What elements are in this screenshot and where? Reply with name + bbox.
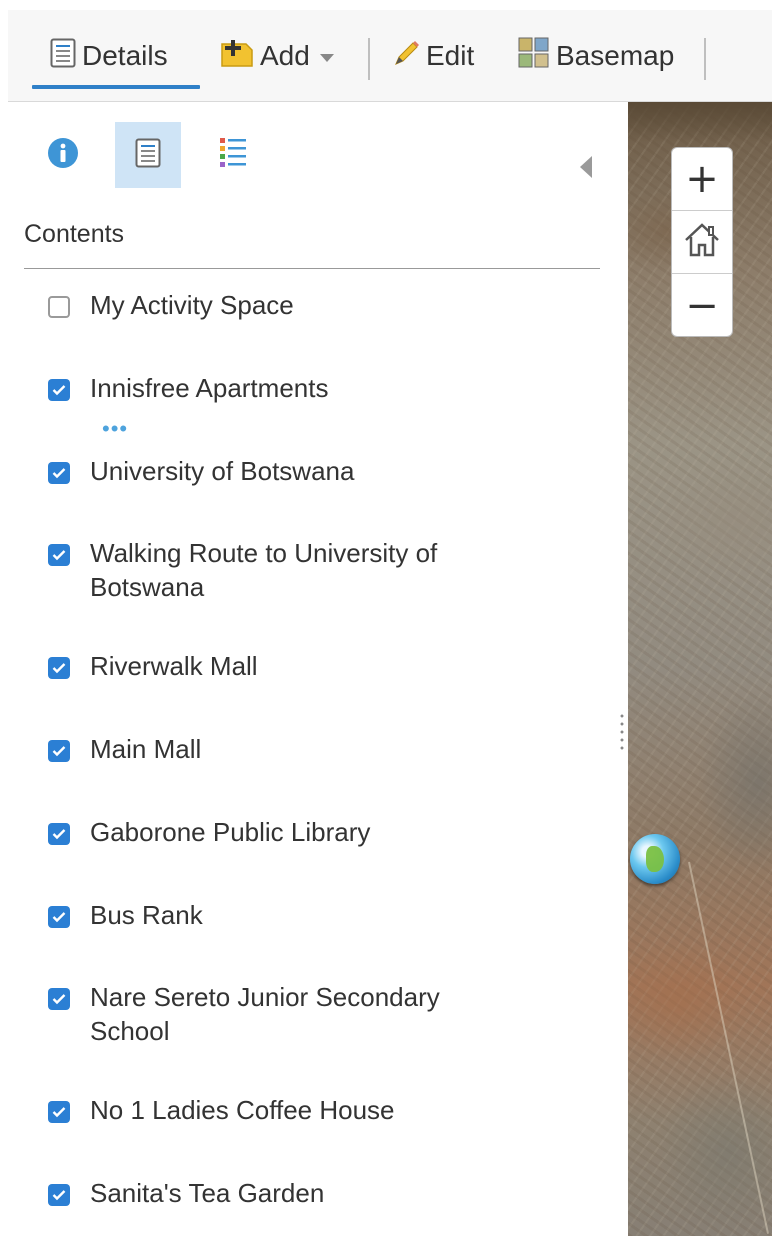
- checkmark-icon: [52, 663, 66, 674]
- top-toolbar: Details Add Edit Basemap: [8, 10, 772, 102]
- collapse-panel-icon[interactable]: [580, 156, 592, 178]
- layer-name: Innisfree Apartments: [90, 373, 329, 403]
- layer-name: Sanita's Tea Garden: [90, 1178, 325, 1208]
- layer-item[interactable]: Main Mall: [48, 732, 568, 766]
- map-road: [688, 861, 769, 1234]
- checkmark-icon: [52, 550, 66, 561]
- basemap-button[interactable]: Basemap: [518, 36, 674, 76]
- details-list-icon: [135, 138, 161, 173]
- map-view[interactable]: + −: [628, 102, 772, 1236]
- layer-item[interactable]: Walking Route to University of Botswana: [48, 536, 568, 604]
- map-marker-icon[interactable]: [630, 834, 680, 884]
- layer-checkbox[interactable]: [48, 988, 70, 1010]
- checkmark-icon: [52, 746, 66, 757]
- zoom-out-button[interactable]: −: [672, 274, 732, 336]
- layer-item[interactable]: Nare Sereto Junior Secondary School: [48, 980, 568, 1048]
- layer-item[interactable]: No 1 Ladies Coffee House: [48, 1093, 568, 1127]
- plus-icon: +: [685, 156, 719, 202]
- layer-checkbox[interactable]: [48, 296, 70, 318]
- layer-name: My Activity Space: [90, 290, 294, 320]
- layer-name: Gaborone Public Library: [90, 817, 371, 847]
- panel-splitter[interactable]: [616, 102, 628, 1236]
- home-button[interactable]: [672, 211, 732, 274]
- layer-checkbox[interactable]: [48, 657, 70, 679]
- layer-checkbox[interactable]: [48, 823, 70, 845]
- drag-handle-icon[interactable]: [620, 712, 624, 752]
- checkmark-icon: [52, 468, 66, 479]
- tab-about[interactable]: [30, 122, 96, 188]
- add-icon: [220, 38, 254, 75]
- details-button[interactable]: Details: [50, 36, 168, 76]
- layer-item[interactable]: My Activity Space: [48, 288, 568, 322]
- divider: [24, 268, 600, 269]
- layer-item[interactable]: Gaborone Public Library: [48, 815, 568, 849]
- checkmark-icon: [52, 1107, 66, 1118]
- layer-checkbox[interactable]: [48, 740, 70, 762]
- layer-name: Bus Rank: [90, 900, 203, 930]
- globe-land: [646, 846, 664, 872]
- details-list-icon: [50, 38, 76, 75]
- layer-item[interactable]: Riverwalk Mall: [48, 649, 568, 683]
- checkmark-icon: [52, 829, 66, 840]
- layer-checkbox[interactable]: [48, 1184, 70, 1206]
- map-imagery: [628, 102, 772, 142]
- home-icon: [682, 220, 722, 265]
- layer-item[interactable]: Innisfree Apartments: [48, 371, 568, 405]
- basemap-grid-icon: [518, 37, 550, 76]
- layer-checkbox[interactable]: [48, 379, 70, 401]
- details-panel: Contents My Activity Space Innisfree Apa…: [8, 102, 616, 1236]
- legend-icon: [218, 136, 248, 175]
- zoom-in-button[interactable]: +: [672, 148, 732, 211]
- toolbar-divider: [704, 38, 706, 80]
- basemap-label: Basemap: [556, 40, 675, 71]
- toolbar-divider: [368, 38, 370, 80]
- layer-item[interactable]: University of Botswana: [48, 454, 568, 488]
- chevron-down-icon: [319, 54, 334, 62]
- more-options-icon[interactable]: •••: [102, 418, 128, 440]
- layer-name: Riverwalk Mall: [90, 651, 258, 681]
- info-icon: [47, 137, 79, 174]
- layer-name: Main Mall: [90, 734, 202, 764]
- contents-heading: Contents: [24, 220, 125, 248]
- edit-label: Edit: [426, 40, 475, 71]
- layer-name: Nare Sereto Junior Secondary School: [90, 982, 440, 1046]
- layer-item[interactable]: Sanita's Tea Garden: [48, 1176, 568, 1210]
- add-label: Add: [260, 40, 310, 71]
- zoom-control: + −: [671, 147, 733, 337]
- checkmark-icon: [52, 1190, 66, 1201]
- checkmark-icon: [52, 994, 66, 1005]
- layer-checkbox[interactable]: [48, 906, 70, 928]
- panel-tab-bar: [8, 122, 608, 188]
- details-label: Details: [82, 40, 168, 71]
- layer-checkbox[interactable]: [48, 544, 70, 566]
- checkmark-icon: [52, 385, 66, 396]
- minus-icon: −: [685, 282, 719, 329]
- layer-item[interactable]: Bus Rank: [48, 898, 568, 932]
- checkmark-icon: [52, 912, 66, 923]
- add-button[interactable]: Add: [220, 36, 334, 76]
- tab-legend[interactable]: [200, 122, 266, 188]
- layer-checkbox[interactable]: [48, 462, 70, 484]
- edit-button[interactable]: Edit: [392, 36, 474, 76]
- layer-checkbox[interactable]: [48, 1101, 70, 1123]
- tab-contents[interactable]: [115, 122, 181, 188]
- pencil-icon: [392, 38, 420, 75]
- layer-name: University of Botswana: [90, 456, 355, 486]
- active-tab-underline: [32, 85, 200, 89]
- layer-name: Walking Route to University of Botswana: [90, 538, 438, 602]
- layer-name: No 1 Ladies Coffee House: [90, 1095, 395, 1125]
